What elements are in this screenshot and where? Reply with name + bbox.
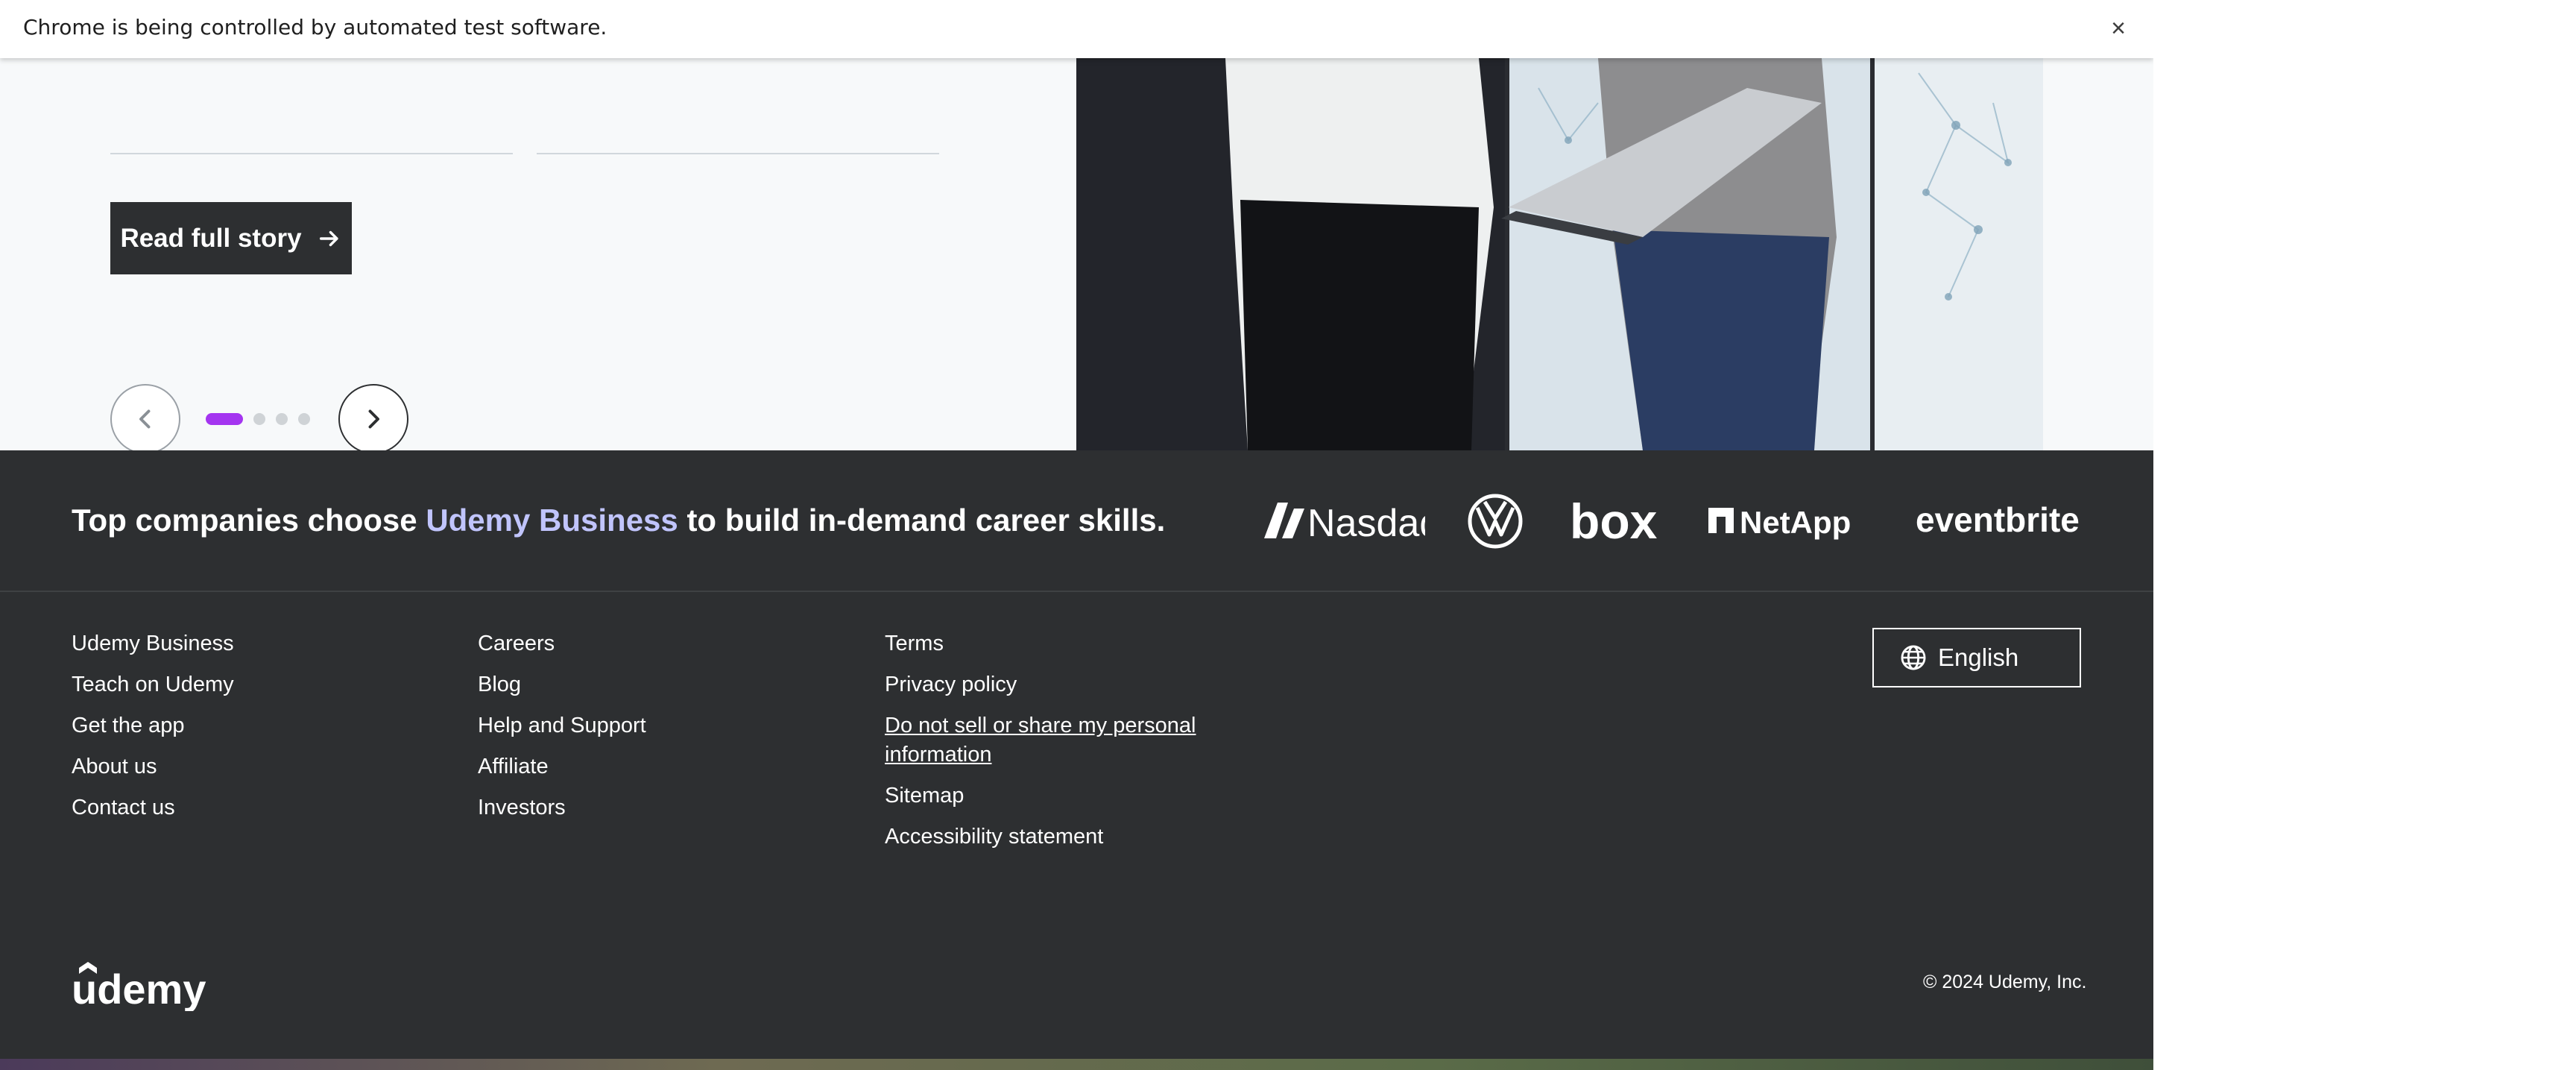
- nasdaq-logo: Nasdaq: [1261, 491, 1425, 551]
- carousel-next-button[interactable]: [338, 384, 408, 454]
- udemy-logo[interactable]: udemy: [72, 957, 213, 1015]
- footer-column-1: Udemy Business Teach on Udemy Get the ap…: [72, 629, 234, 834]
- footer-link-careers[interactable]: Careers: [478, 629, 646, 658]
- story-photo: [1076, 58, 2043, 450]
- heading-prefix: Top companies choose: [72, 503, 426, 538]
- carousel-dot-1[interactable]: [206, 413, 243, 425]
- chevron-right-icon: [368, 409, 379, 429]
- svg-text:box: box: [1570, 495, 1658, 547]
- stat-divider: [110, 153, 513, 154]
- site-footer: Top companies choose Udemy Business to b…: [0, 450, 2153, 1059]
- svg-text:NetApp: NetApp: [1740, 505, 1851, 540]
- trusted-companies-heading: Top companies choose Udemy Business to b…: [72, 503, 1165, 538]
- footer-link-udemy-business[interactable]: Udemy Business: [72, 629, 234, 658]
- footer-link-investors[interactable]: Investors: [478, 793, 646, 822]
- close-infobar-button[interactable]: ×: [2103, 13, 2133, 43]
- svg-text:eventbrite: eventbrite: [1916, 500, 2080, 539]
- footer-link-accessibility-statement[interactable]: Accessibility statement: [885, 822, 1213, 852]
- arrow-right-icon: [319, 230, 338, 246]
- trusted-companies-banner: Top companies choose Udemy Business to b…: [0, 450, 2153, 592]
- copyright-text: © 2024 Udemy, Inc.: [1923, 972, 2087, 992]
- footer-link-get-the-app[interactable]: Get the app: [72, 711, 234, 740]
- footer-link-sitemap[interactable]: Sitemap: [885, 781, 1213, 811]
- read-full-story-button[interactable]: Read full story: [110, 202, 352, 274]
- footer-link-contact-us[interactable]: Contact us: [72, 793, 234, 822]
- people-with-laptop-illustration: [1076, 58, 2043, 450]
- footer-column-2: Careers Blog Help and Support Affiliate …: [478, 629, 646, 834]
- udemy-wordmark: udemy: [72, 966, 206, 1011]
- eventbrite-logo: eventbrite: [1916, 491, 2080, 551]
- language-label: English: [1938, 643, 2019, 671]
- globe-icon: [1901, 645, 1926, 670]
- carousel-indicators: [206, 413, 310, 425]
- box-logo: box: [1570, 491, 1659, 551]
- heading-suffix: to build in-demand career skills.: [678, 503, 1166, 538]
- stat-divider: [537, 153, 939, 154]
- language-selector-button[interactable]: English: [1872, 628, 2081, 687]
- footer-link-affiliate[interactable]: Affiliate: [478, 752, 646, 781]
- browser-window: Chrome is being controlled by automated …: [0, 0, 2153, 1070]
- carousel-prev-button[interactable]: [110, 384, 180, 454]
- carousel-dot-4[interactable]: [298, 413, 310, 425]
- netapp-logo: NetApp: [1707, 491, 1871, 551]
- chevron-left-icon: [139, 409, 151, 429]
- footer-link-help-and-support[interactable]: Help and Support: [478, 711, 646, 740]
- volkswagen-logo: [1467, 491, 1524, 551]
- footer-column-3: Terms Privacy policy Do not sell or shar…: [885, 629, 1213, 863]
- infobar-message: Chrome is being controlled by automated …: [23, 15, 607, 40]
- svg-text:Nasdaq: Nasdaq: [1307, 502, 1425, 545]
- footer-link-do-not-sell[interactable]: Do not sell or share my personal informa…: [885, 711, 1213, 770]
- carousel-dot-3[interactable]: [276, 413, 288, 425]
- footer-link-teach-on-udemy[interactable]: Teach on Udemy: [72, 670, 234, 699]
- automation-infobar: Chrome is being controlled by automated …: [0, 0, 2153, 58]
- footer-link-about-us[interactable]: About us: [72, 752, 234, 781]
- footer-link-blog[interactable]: Blog: [478, 670, 646, 699]
- footer-link-terms[interactable]: Terms: [885, 629, 1213, 658]
- footer-link-privacy-policy[interactable]: Privacy policy: [885, 670, 1213, 699]
- read-full-story-label: Read full story: [120, 223, 302, 253]
- carousel-dot-2[interactable]: [253, 413, 265, 425]
- desktop-background-strip: [0, 1059, 2153, 1070]
- udemy-business-highlight: Udemy Business: [426, 503, 678, 538]
